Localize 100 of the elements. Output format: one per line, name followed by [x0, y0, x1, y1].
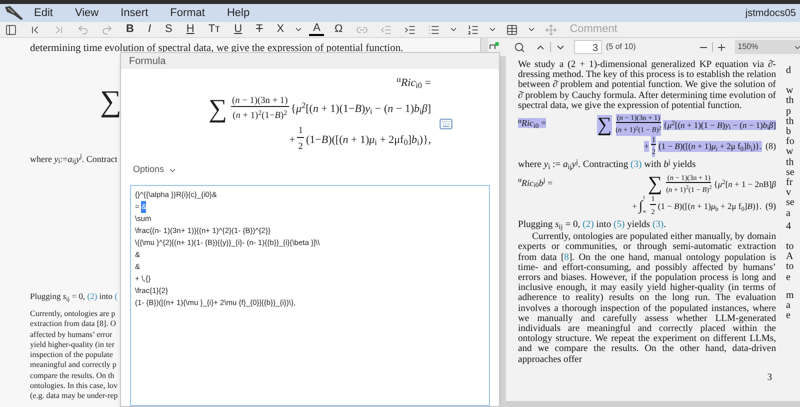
body-text: th [786, 116, 794, 127]
zoom-select[interactable]: 150% [734, 40, 800, 54]
body-text: Plugging s$_{ij}$ = 0, (2) into ( [30, 290, 118, 303]
equation-label: $^{α}$Ric$_{i0}$ = [518, 118, 546, 128]
body-text: to [786, 262, 794, 273]
format-button[interactable]: Ω [330, 21, 347, 38]
body-text: to [786, 242, 794, 252]
body-text: e [786, 272, 792, 283]
formula-text: $^{α}$Ric$_{i0}$ = [396, 75, 431, 92]
formula-text: {μ$^{2}$[n + 1 − 2nB]β [714, 179, 776, 190]
format-button[interactable]: B [122, 21, 138, 38]
body-text: compare the results. On th [30, 370, 116, 382]
page-count: (5 of 10) [606, 41, 636, 53]
format-button[interactable]: X [272, 21, 288, 38]
body-text: 4 [786, 222, 792, 232]
outdent-icon [380, 24, 392, 36]
body-text: w [786, 86, 794, 96]
dropdown-caret[interactable] [488, 25, 497, 34]
body-text: inspection of the populate [30, 350, 114, 360]
citation-link[interactable]: (2) [87, 291, 98, 302]
citation-link[interactable]: (5) [614, 218, 625, 230]
formula-text: + [632, 200, 637, 212]
citation-link[interactable]: ( [114, 291, 118, 302]
body-text: b [786, 127, 791, 138]
track-changes-icon [489, 42, 499, 50]
dropdown-caret[interactable] [526, 25, 536, 34]
body-text: where y$_{i}$ := a$_{ij}$y$^{j}$. Contracting (3) with b$^{j}$ yields [518, 160, 697, 171]
citation-link[interactable]: (3) [652, 218, 664, 230]
sum-sign: ∑ [100, 86, 122, 117]
format-button[interactable]: A [309, 23, 324, 36]
caret-icon [488, 25, 497, 34]
body-text: a [786, 208, 792, 219]
format-button[interactable]: U [230, 21, 246, 38]
body-text: se [786, 168, 794, 178]
formula-text: + [289, 132, 296, 148]
integral-sign: ∫ [638, 199, 643, 213]
body-text: Currently, ontologies are populated either manually, by domain experts or communities, or through semi-automatic extraction from data [8]. On the one hand, manual ontology population is time- and effort-consuming, and possibly affected by humans’ errors and biases. However, if the population process is long and inclusive enough, it may easily yield higher-quality (in terms of adherence to reality) results on the long run. The evaluation involves a thorough inspection of the populated instances, where we manually and carefully assess whether LLM-generated individuals are meaningful and correctly placed within the ontology structure. We repeat the experiment on different LLMs, and we compare the results. On the other hand, data-driven approaches offer [518, 232, 776, 365]
page-number: 3 [767, 372, 772, 383]
menu-item[interactable]: Format [170, 4, 205, 22]
format-button[interactable]: T [252, 21, 267, 38]
formula-text: {μ$^{2}$[(n + 1)(1 − B)y$_{i}$ − (n − 1)b$_{i}$β] [663, 120, 776, 130]
quill-logo-icon [4, 5, 24, 21]
format-button[interactable]: H [182, 21, 198, 38]
sum-sign: ∑ [208, 96, 227, 122]
body-text: ontologies. In this case, lov [30, 381, 119, 392]
search-icon[interactable] [514, 42, 525, 52]
format-button[interactable]: S [161, 21, 176, 38]
undo-icon [77, 24, 89, 36]
keyboard-icon[interactable] [439, 117, 453, 131]
format-button[interactable]: I [144, 21, 156, 38]
menu-item[interactable]: Help [226, 4, 250, 22]
latex-input-field[interactable] [130, 184, 490, 406]
fraction-denominator: 2 [298, 141, 303, 154]
dropdown-caret[interactable] [448, 25, 458, 34]
formula-text: (1 − B)([(n + 1)μ$_{i}$ + 2μ f$_{0}$]b$_{i}$)}. [658, 141, 762, 152]
menu-item[interactable]: View [74, 4, 99, 22]
menu-item[interactable]: Insert [120, 4, 148, 22]
body-text: a [786, 301, 792, 312]
indent-icon [404, 24, 416, 36]
page-field[interactable]: 3 [574, 40, 602, 54]
equation-number: (8) [766, 141, 776, 152]
body-text: fr [786, 178, 794, 188]
body-text: affected by humans’ error [30, 330, 114, 340]
body-text: meaningful and correctly p [30, 360, 118, 371]
caret-icon [448, 25, 458, 34]
fraction-numerator: 1 [297, 126, 304, 138]
table-icon [506, 24, 518, 36]
body-text: se [786, 198, 794, 209]
fraction-numerator: (n − 1)(3n + 1) [231, 96, 289, 108]
body-text: where y$_{i}$:=a$_{ij}$y$^{j}$. Contract [30, 152, 118, 166]
crosshair-icon [544, 24, 557, 36]
body-text: e [786, 311, 792, 322]
skip-forward-icon [53, 24, 65, 36]
numbered-list-icon [466, 24, 479, 36]
formula-text: (1 − B)([(n + 1)μ$_{b}$ + 2μ f$_{0}$]B)}. [658, 200, 762, 212]
redo-icon [101, 24, 113, 36]
citation-link[interactable]: (2) [582, 218, 594, 230]
dropdown-caret[interactable] [294, 25, 304, 34]
format-button[interactable]: Tт [204, 21, 224, 38]
document-title: jstmdocs05 [745, 6, 796, 20]
options-toggle[interactable]: Options [133, 163, 178, 177]
menu-item[interactable]: Edit [34, 4, 53, 22]
body-text: v [786, 188, 792, 198]
formula-text: {μ$^{2}$[(n + 1)(1−B)y$_{i}$ − (n − 1)b$_{i}$β] [290, 100, 431, 118]
body-text: p [786, 106, 792, 117]
body-text: th [786, 96, 794, 107]
zoom-in-icon[interactable] [716, 42, 727, 52]
sum-sign: ∑ [597, 114, 612, 135]
citation-link[interactable]: 8 [564, 252, 569, 263]
dialog-title: Formula [129, 54, 166, 68]
body-text: Currently, ontologies are p [30, 309, 116, 320]
formula-text: (1−B)([(n + 1)μ$_{i}$ + 2μf$_{0}$]b$_{i}$)}, [306, 132, 431, 148]
formula-text: + [644, 141, 649, 152]
body-text: yield higher-quality (in ter [30, 340, 116, 350]
body-text: extraction from data [8]. O [30, 319, 117, 330]
caret-icon [294, 25, 304, 34]
citation-link[interactable]: (3) [630, 159, 642, 170]
skip-back-icon [29, 24, 41, 36]
equation-number: (9) [766, 200, 776, 212]
body-text: A [786, 252, 794, 262]
